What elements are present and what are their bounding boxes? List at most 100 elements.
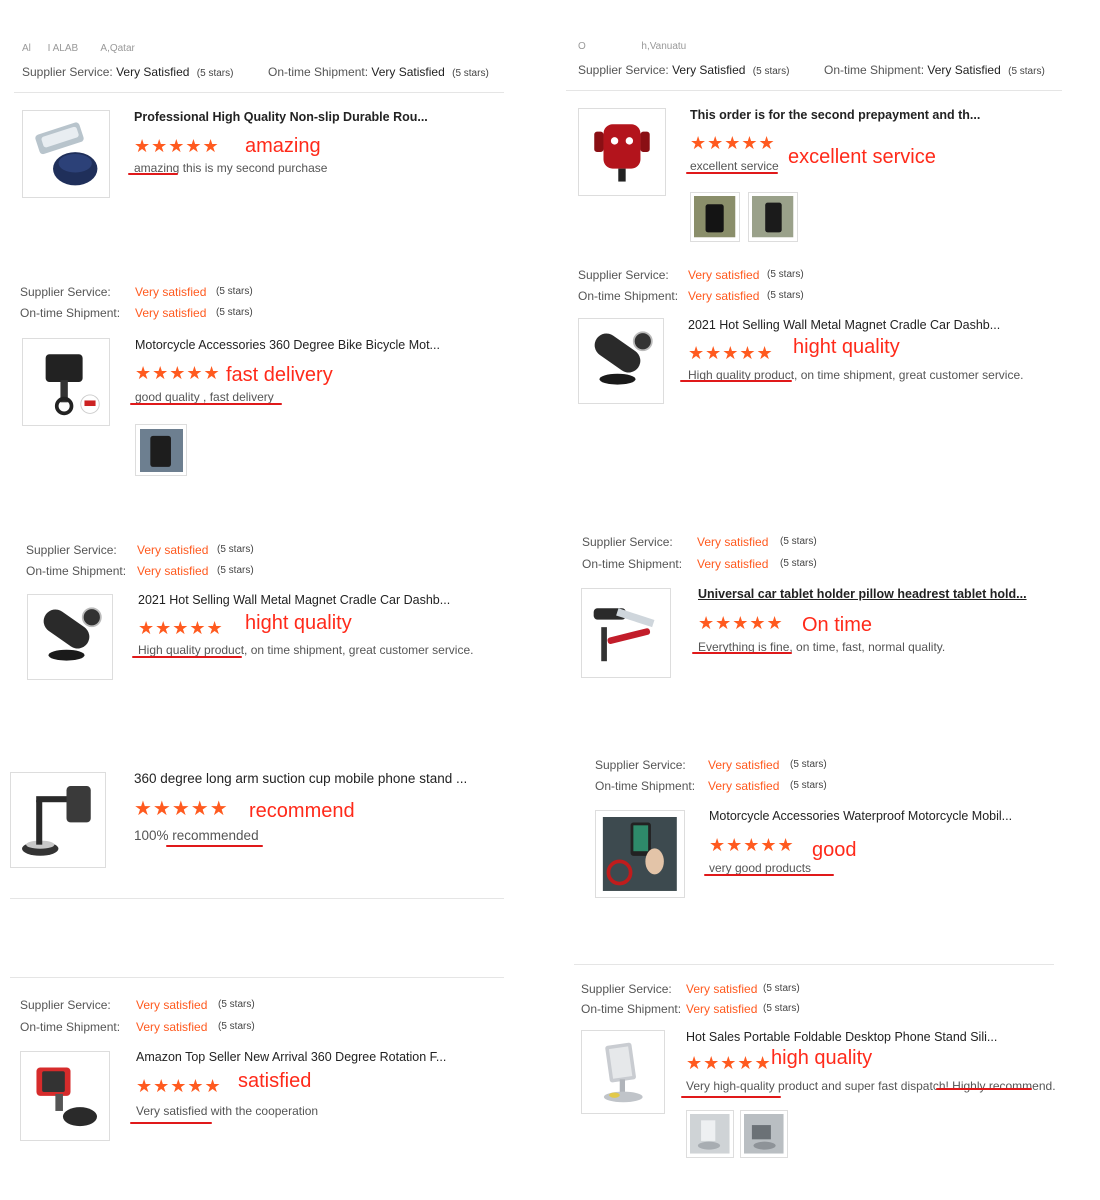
supplier-service-value: Very satisfied bbox=[688, 268, 760, 282]
supplier-service-stars: (5 stars) bbox=[780, 536, 817, 547]
supplier-service-value: Very satisfied bbox=[697, 535, 769, 549]
rating-stars: ★★★★★ bbox=[135, 363, 221, 383]
review-photo[interactable] bbox=[740, 1110, 788, 1158]
shipment-label: On-time Shipment: bbox=[581, 1002, 682, 1016]
magnet-car-mount-image bbox=[43, 607, 102, 661]
review-photo[interactable] bbox=[686, 1110, 734, 1158]
shipment-stars: (5 stars) bbox=[780, 558, 817, 569]
review-photo-image bbox=[694, 196, 736, 238]
highlight-underline bbox=[681, 1096, 781, 1098]
shipment-value: Very satisfied bbox=[708, 779, 780, 793]
rating-stars: ★★★★★ bbox=[686, 1053, 772, 1073]
annotation-tag: hight quality bbox=[793, 336, 900, 358]
review-comment: Very satisfied with the cooperation bbox=[136, 1104, 319, 1118]
suction-cup-stand-image bbox=[21, 785, 91, 856]
shipment-stars: (5 stars) bbox=[767, 290, 804, 301]
rating-stars: ★★★★★ bbox=[138, 618, 224, 638]
divider bbox=[10, 977, 504, 978]
product-title[interactable]: 360 degree long arm suction cup mobile p… bbox=[134, 771, 467, 786]
annotation-tag: good bbox=[812, 839, 857, 861]
shipment-value: Very satisfied bbox=[136, 1020, 208, 1034]
supplier-service-stars: (5 stars) bbox=[217, 544, 254, 555]
review-photo[interactable] bbox=[690, 192, 740, 242]
supplier-service-label: Supplier Service: bbox=[582, 535, 673, 549]
product-title[interactable]: Motorcycle Accessories Waterproof Motorc… bbox=[709, 809, 1012, 823]
magnet-car-mount-image bbox=[594, 331, 653, 385]
divider bbox=[566, 90, 1062, 91]
rating-stars: ★★★★★ bbox=[134, 136, 220, 156]
highlight-underline bbox=[128, 173, 178, 175]
supplier-service-value: Very satisfied bbox=[136, 998, 208, 1012]
shipment-stars: (5 stars) bbox=[217, 565, 254, 576]
shipment-stars: (5 stars) bbox=[790, 780, 827, 791]
shipment-label: On-time Shipment: bbox=[20, 306, 121, 320]
product-image[interactable] bbox=[20, 1051, 110, 1141]
product-title[interactable]: Professional High Quality Non-slip Durab… bbox=[134, 110, 428, 124]
supplier-service-stars: (5 stars) bbox=[767, 269, 804, 280]
product-image[interactable] bbox=[22, 110, 110, 198]
product-title[interactable]: Motorcycle Accessories 360 Degree Bike B… bbox=[135, 338, 440, 352]
supplier-service-value: Very satisfied bbox=[135, 285, 207, 299]
annotation-tag: excellent service bbox=[788, 146, 936, 168]
review-comment: very good products bbox=[709, 861, 812, 875]
review-comment: Very high-quality product and super fast… bbox=[686, 1079, 1056, 1093]
supplier-service-label: Supplier Service: bbox=[578, 63, 669, 77]
shipment-label: On-time Shipment: bbox=[578, 289, 679, 303]
supplier-service-value: Very satisfied bbox=[686, 982, 758, 996]
product-image[interactable] bbox=[578, 318, 664, 404]
rating-stars: ★★★★★ bbox=[698, 613, 784, 633]
annotation-tag: On time bbox=[802, 614, 873, 636]
shipment-summary: On-time Shipment: Very Satisfied (5 star… bbox=[824, 63, 1045, 77]
supplier-service-label: Supplier Service: bbox=[595, 758, 686, 772]
product-title[interactable]: This order is for the second prepayment … bbox=[690, 108, 980, 122]
shipment-value: Very satisfied bbox=[688, 289, 760, 303]
product-title[interactable]: Universal car tablet holder pillow headr… bbox=[698, 587, 1027, 601]
highlight-underline bbox=[166, 845, 263, 847]
rating-stars: ★★★★★ bbox=[688, 343, 774, 363]
product-image[interactable] bbox=[27, 594, 113, 680]
shipment-label: On-time Shipment: bbox=[26, 564, 127, 578]
shipment-stars: (5 stars) bbox=[1008, 66, 1045, 77]
supplier-service-label: Supplier Service: bbox=[581, 982, 672, 996]
product-image[interactable] bbox=[22, 338, 110, 426]
shipment-stars: (5 stars) bbox=[218, 1021, 255, 1032]
service-summary: Supplier Service: Very Satisfied (5 star… bbox=[578, 63, 789, 77]
highlight-underline bbox=[130, 1122, 212, 1124]
product-image[interactable] bbox=[581, 1030, 665, 1114]
product-title[interactable]: Amazon Top Seller New Arrival 360 Degree… bbox=[136, 1050, 446, 1064]
product-title[interactable]: 2021 Hot Selling Wall Metal Magnet Cradl… bbox=[688, 318, 1000, 332]
shipment-value: Very Satisfied bbox=[371, 65, 445, 79]
shipment-label: On-time Shipment: bbox=[824, 63, 925, 77]
product-image[interactable] bbox=[578, 108, 666, 196]
review-photo[interactable] bbox=[135, 424, 187, 476]
bike-phone-holder-image bbox=[45, 354, 100, 416]
foldable-desk-stand-image bbox=[603, 1042, 643, 1102]
annotation-tag: satisfied bbox=[238, 1070, 312, 1092]
supplier-service-stars: (5 stars) bbox=[752, 66, 790, 77]
shipment-value: Very satisfied bbox=[137, 564, 209, 578]
shipment-value: Very satisfied bbox=[135, 306, 207, 320]
highlight-underline bbox=[680, 380, 792, 382]
tablet-headrest-holder-image bbox=[593, 608, 655, 662]
product-title[interactable]: Hot Sales Portable Foldable Desktop Phon… bbox=[686, 1030, 997, 1044]
shipment-label: On-time Shipment: bbox=[595, 779, 696, 793]
review-photo-image bbox=[690, 1114, 730, 1154]
shipment-summary: On-time Shipment: Very Satisfied (5 star… bbox=[268, 65, 489, 79]
product-title[interactable]: 2021 Hot Selling Wall Metal Magnet Cradl… bbox=[138, 593, 450, 607]
shipment-stars: (5 stars) bbox=[452, 68, 489, 79]
wireless-charger-image bbox=[35, 122, 98, 186]
rating-stars: ★★★★★ bbox=[136, 1076, 222, 1096]
supplier-service-label: Supplier Service: bbox=[22, 65, 113, 79]
supplier-service-label: Supplier Service: bbox=[20, 998, 111, 1012]
supplier-service-stars: (5 stars) bbox=[216, 286, 253, 297]
review-photo[interactable] bbox=[748, 192, 798, 242]
divider bbox=[14, 92, 504, 93]
product-image[interactable] bbox=[595, 810, 685, 898]
product-image[interactable] bbox=[581, 588, 671, 678]
review-photo-image bbox=[744, 1114, 784, 1154]
supplier-service-label: Supplier Service: bbox=[578, 268, 669, 282]
motorcycle-phone-mount-image bbox=[603, 817, 677, 891]
shipment-stars: (5 stars) bbox=[216, 307, 253, 318]
annotation-tag: fast delivery bbox=[226, 364, 333, 386]
product-image[interactable] bbox=[10, 772, 106, 868]
